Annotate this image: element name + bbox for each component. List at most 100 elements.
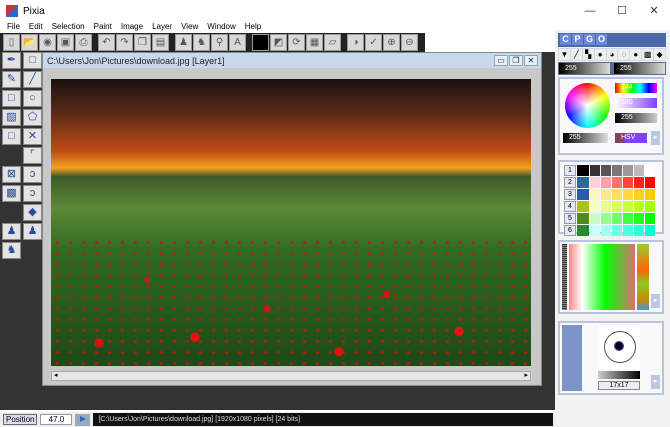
color-picker-icon[interactable]: ◑ (347, 34, 364, 51)
brush-type-5-icon[interactable]: ◌ (618, 49, 630, 60)
rect-select-icon[interactable]: □ (23, 52, 42, 69)
expand-arrow-icon[interactable]: ▸ (651, 294, 660, 308)
tab-p[interactable]: P (572, 34, 583, 45)
menu-paint[interactable]: Paint (94, 22, 112, 33)
brush-density-slider[interactable] (598, 371, 640, 379)
cross-icon[interactable]: ✕ (23, 128, 42, 145)
tab-o[interactable]: O (596, 34, 607, 45)
palette-swatch[interactable] (577, 189, 589, 200)
pencil-icon[interactable]: ✎ (2, 71, 21, 88)
ellipse-icon[interactable]: ○ (23, 90, 42, 107)
lasso-icon[interactable]: ⬠ (23, 109, 42, 126)
palette-swatch[interactable] (577, 177, 589, 188)
palette-swatch[interactable] (601, 225, 611, 236)
palette-swatch[interactable] (612, 225, 622, 236)
menu-edit[interactable]: Edit (29, 22, 43, 33)
color-wheel[interactable] (565, 83, 610, 128)
palette-row-button[interactable]: 3 (564, 189, 576, 200)
tab-g[interactable]: G (584, 34, 595, 45)
zoom-out-icon[interactable]: ⊖ (401, 34, 418, 51)
alpha-slider[interactable]: 255 (563, 133, 608, 143)
value-slider-2[interactable]: 255 (614, 63, 665, 74)
save-icon[interactable]: ▣ (57, 34, 74, 51)
menu-selection[interactable]: Selection (52, 22, 85, 33)
stamp-blue-icon[interactable]: ♟ (23, 223, 42, 240)
brush-icon[interactable]: ♞ (193, 34, 210, 51)
palette-swatch[interactable] (612, 189, 622, 200)
menu-layer[interactable]: Layer (152, 22, 172, 33)
page-icon[interactable]: ▱ (324, 34, 341, 51)
print-icon[interactable]: ⎙ (75, 34, 92, 51)
scroll-left-button[interactable]: ◂ (54, 372, 58, 380)
gradient-icon[interactable]: ▨ (2, 109, 21, 126)
scroll-right-button[interactable]: ▸ (524, 372, 528, 380)
brush-type-4-icon[interactable]: ◕ (606, 49, 618, 60)
hue-slider[interactable]: 244 (615, 83, 657, 93)
palette-swatch[interactable] (601, 213, 611, 224)
text-icon[interactable]: A (229, 34, 246, 51)
stamp-red-icon[interactable]: ♟ (2, 223, 21, 240)
delete-select-icon[interactable]: ⊠ (2, 166, 21, 183)
palette-swatch[interactable] (623, 177, 633, 188)
brush-type-8-icon[interactable]: ◆ (654, 49, 666, 60)
doc-minimize-button[interactable]: ▭ (494, 55, 508, 66)
palette-row-button[interactable]: 1 (564, 165, 576, 176)
open-folder-icon[interactable]: 📂 (21, 34, 38, 51)
camera-icon[interactable]: ◉ (39, 34, 56, 51)
menu-window[interactable]: Window (207, 22, 235, 33)
palette-swatch[interactable] (645, 165, 655, 176)
palette-swatch[interactable] (612, 201, 622, 212)
value-slider-1[interactable]: 255 (559, 63, 610, 74)
document-title-bar[interactable]: C:\Users\Jon\Pictures\download.jpg [Laye… (43, 53, 541, 68)
bezier-edit-icon[interactable]: ↄ (23, 185, 42, 202)
paste-icon[interactable]: ▤ (152, 34, 169, 51)
curve-icon[interactable]: ⌜ (23, 147, 42, 164)
hsv-mode-toggle[interactable]: HSV (615, 133, 647, 143)
fill-shape-icon[interactable]: ◆ (23, 204, 42, 221)
brush-type-6-icon[interactable]: ● (630, 49, 642, 60)
menu-image[interactable]: Image (121, 22, 143, 33)
position-button[interactable]: Position (3, 414, 38, 425)
palette-swatch[interactable] (612, 165, 622, 176)
palette-row-button[interactable]: 4 (564, 201, 576, 212)
brush-type-1-icon[interactable]: ╱ (570, 49, 582, 60)
palette-swatch[interactable] (601, 165, 611, 176)
rectangle-icon[interactable]: □ (2, 90, 21, 107)
palette-swatch[interactable] (577, 165, 589, 176)
palette-swatch[interactable] (590, 213, 600, 224)
color-swatch-icon[interactable] (252, 34, 269, 51)
palette-swatch[interactable] (590, 201, 600, 212)
check-icon[interactable]: ✓ (365, 34, 382, 51)
line-icon[interactable]: ╱ (23, 71, 42, 88)
close-button[interactable]: ✕ (638, 0, 670, 22)
palette-swatch[interactable] (577, 225, 589, 236)
palette-swatch[interactable] (612, 177, 622, 188)
palette-swatch[interactable] (645, 177, 655, 188)
palette-swatch[interactable] (590, 189, 600, 200)
horizontal-scrollbar[interactable]: ◂ ▸ (51, 371, 531, 381)
brush-type-7-icon[interactable]: ▩ (642, 49, 654, 60)
zoom-icon[interactable]: ⚲ (211, 34, 228, 51)
pen-icon[interactable]: ✒ (2, 52, 21, 69)
palette-swatch[interactable] (634, 189, 644, 200)
new-icon[interactable]: ▯ (3, 34, 20, 51)
palette-swatch[interactable] (612, 213, 622, 224)
stamp-icon[interactable]: ♟ (175, 34, 192, 51)
palette-swatch[interactable] (623, 225, 633, 236)
menu-file[interactable]: File (7, 22, 20, 33)
layers-icon[interactable]: ▦ (306, 34, 323, 51)
palette-row-button[interactable]: 2 (564, 177, 576, 188)
minimize-button[interactable]: — (574, 0, 606, 22)
expand-arrow-icon[interactable]: ▸ (651, 375, 660, 389)
palette-swatch[interactable] (623, 165, 633, 176)
rotate-icon[interactable]: ⟳ (288, 34, 305, 51)
position-value[interactable]: 47.0 (40, 414, 73, 425)
bezier-icon[interactable]: ↄ (23, 166, 42, 183)
gradient-scale[interactable] (562, 244, 567, 310)
redo-icon[interactable]: ↷ (116, 34, 133, 51)
saturation-slider[interactable]: 180 (615, 98, 657, 108)
palette-swatch[interactable] (645, 225, 655, 236)
zoom-in-icon[interactable]: ⊕ (383, 34, 400, 51)
doc-close-button[interactable]: ✕ (524, 55, 538, 66)
gradient-presets[interactable] (637, 244, 649, 310)
